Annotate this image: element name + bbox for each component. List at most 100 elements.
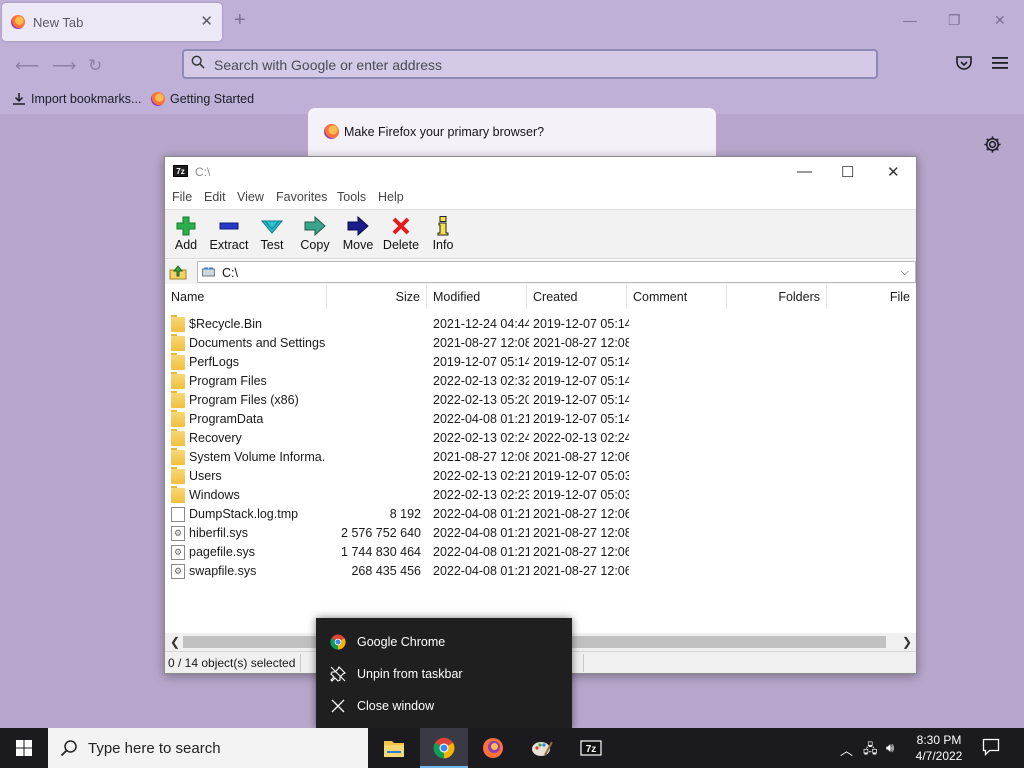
tab-new-tab[interactable]: New Tab ✕ bbox=[2, 3, 222, 41]
column-header-created[interactable]: Created bbox=[527, 285, 627, 309]
row-created: 2019-12-07 05:14 bbox=[533, 393, 629, 407]
jump-item-google-chrome[interactable]: Google Chrome bbox=[316, 626, 572, 658]
column-header-comment[interactable]: Comment bbox=[627, 285, 727, 309]
scroll-left-icon[interactable]: ❮ bbox=[170, 635, 180, 649]
row-size: 8 192 bbox=[389, 507, 421, 521]
file-list-row[interactable]: Users 2022-02-13 02:21 2019-12-07 05:03 bbox=[165, 467, 916, 486]
pocket-icon[interactable] bbox=[956, 56, 972, 71]
hamburger-menu-icon[interactable] bbox=[992, 56, 1008, 70]
add-button[interactable]: Add bbox=[163, 214, 209, 258]
maximize-button[interactable]: ☐ bbox=[841, 163, 854, 181]
notifications-icon[interactable] bbox=[982, 738, 1000, 756]
up-folder-icon[interactable] bbox=[169, 264, 187, 280]
copy-arrow-icon bbox=[304, 216, 326, 236]
url-input[interactable] bbox=[214, 56, 854, 74]
scroll-right-icon[interactable]: ❯ bbox=[902, 635, 912, 649]
copy-button[interactable]: Copy bbox=[292, 214, 338, 258]
menu-view[interactable]: View bbox=[237, 190, 264, 204]
column-header-name[interactable]: Name bbox=[165, 285, 327, 309]
info-button[interactable]: Info bbox=[420, 214, 466, 258]
copy-label: Copy bbox=[300, 238, 330, 252]
search-icon bbox=[60, 740, 77, 757]
row-name: Program Files (x86) bbox=[189, 393, 299, 407]
file-list-row[interactable]: $Recycle.Bin 2021-12-24 04:44 2019-12-07 0… bbox=[165, 315, 916, 334]
back-button[interactable]: ⟵ bbox=[15, 56, 39, 76]
bookmark-import[interactable]: Import bookmarks... bbox=[12, 92, 141, 106]
file-list-row[interactable]: pagefile.sys 1 744 830 464 2022-04-08 01:2… bbox=[165, 543, 916, 562]
minimize-button[interactable]: — bbox=[903, 12, 917, 28]
volume-icon[interactable]: 🔊︎ bbox=[886, 740, 894, 756]
settings-gear-icon[interactable] bbox=[983, 135, 1002, 154]
test-button[interactable]: Test bbox=[249, 214, 295, 258]
row-modified: 2022-04-08 01:21 bbox=[433, 507, 529, 521]
jump-item-label: Google Chrome bbox=[357, 635, 446, 649]
restore-button[interactable]: ❐ bbox=[948, 12, 961, 29]
taskbar-google-chrome[interactable] bbox=[420, 728, 468, 768]
new-tab-button[interactable]: + bbox=[234, 9, 246, 32]
row-modified: 2022-02-13 02:23 bbox=[433, 488, 529, 502]
taskbar-search[interactable]: Type here to search bbox=[48, 728, 368, 768]
taskbar-firefox[interactable] bbox=[469, 728, 517, 768]
folder-icon bbox=[171, 412, 185, 427]
close-tab-icon[interactable]: ✕ bbox=[200, 12, 213, 30]
move-label: Move bbox=[342, 238, 374, 252]
row-name: $Recycle.Bin bbox=[189, 317, 262, 331]
taskbar-file-explorer[interactable] bbox=[370, 728, 418, 768]
row-created: 2021-08-27 12:08 bbox=[533, 336, 629, 350]
close-button[interactable]: ✕ bbox=[994, 12, 1006, 29]
row-created: 2019-12-07 05:14 bbox=[533, 355, 629, 369]
chevron-down-icon[interactable]: ⌵ bbox=[901, 266, 909, 279]
menu-help[interactable]: Help bbox=[378, 190, 404, 204]
menu-favorites[interactable]: Favorites bbox=[276, 190, 327, 204]
column-header-folders[interactable]: Folders bbox=[727, 285, 827, 309]
extract-button[interactable]: Extract bbox=[206, 214, 252, 258]
file-list-row[interactable]: PerfLogs 2019-12-07 05:14 2019-12-07 05:14 bbox=[165, 353, 916, 372]
file-list-row[interactable]: hiberfil.sys 2 576 752 640 2022-04-08 01:2… bbox=[165, 524, 916, 543]
taskbar-search-placeholder: Type here to search bbox=[88, 740, 221, 757]
delete-button[interactable]: Delete bbox=[378, 214, 424, 258]
path-combobox[interactable]: C:\ ⌵ bbox=[197, 261, 916, 283]
file-list-row[interactable]: Recovery 2022-02-13 02:24 2022-02-13 02:24 bbox=[165, 429, 916, 448]
chrome-icon bbox=[330, 634, 346, 650]
file-icon bbox=[171, 507, 185, 522]
file-list-row[interactable]: System Volume Informa... 2021-08-27 12:08… bbox=[165, 448, 916, 467]
menu-tools[interactable]: Tools bbox=[337, 190, 366, 204]
show-hidden-icons-chevron-icon[interactable]: ︿ bbox=[840, 740, 853, 759]
taskbar-7zip[interactable]: 7z bbox=[567, 728, 615, 768]
forward-button[interactable]: ⟶ bbox=[52, 56, 76, 76]
reload-button[interactable]: ↻ bbox=[88, 56, 102, 76]
file-list-row[interactable]: DumpStack.log.tmp 8 192 2022-04-08 01:21 20… bbox=[165, 505, 916, 524]
file-list-row[interactable]: Program Files 2022-02-13 02:32 2019-12-07 … bbox=[165, 372, 916, 391]
move-button[interactable]: Move bbox=[335, 214, 381, 258]
firefox-icon bbox=[151, 92, 165, 106]
7zip-window: 7z C:\ — ☐ ✕ File Edit View Favorites To… bbox=[164, 156, 917, 674]
row-size: 268 435 456 bbox=[351, 564, 421, 578]
address-bar[interactable] bbox=[182, 49, 878, 79]
network-icon[interactable]: 🖧 bbox=[863, 740, 878, 762]
column-header-modified[interactable]: Modified bbox=[427, 285, 527, 309]
menu-file[interactable]: File bbox=[172, 190, 192, 204]
row-name: hiberfil.sys bbox=[189, 526, 249, 540]
jump-item-label: Unpin from taskbar bbox=[357, 667, 463, 681]
file-list-row[interactable]: Program Files (x86) 2022-02-13 05:20 2019-… bbox=[165, 391, 916, 410]
file-list-row[interactable]: ProgramData 2022-04-08 01:21 2019-12-07 05… bbox=[165, 410, 916, 429]
row-modified: 2022-02-13 02:21 bbox=[433, 469, 529, 483]
firefox-icon bbox=[483, 738, 503, 758]
bookmark-getting-started[interactable]: Getting Started bbox=[151, 92, 254, 106]
close-button[interactable]: ✕ bbox=[887, 163, 900, 181]
clock-date: 4/7/2022 bbox=[915, 749, 963, 763]
7zip-title-bar[interactable]: 7z C:\ — ☐ ✕ bbox=[165, 157, 916, 187]
column-header-files[interactable]: File bbox=[827, 285, 916, 309]
file-list-row[interactable]: swapfile.sys 268 435 456 2022-04-08 01:21 2… bbox=[165, 562, 916, 581]
minimize-button[interactable]: — bbox=[797, 163, 812, 180]
start-button[interactable] bbox=[0, 728, 48, 768]
file-list-row[interactable]: Documents and Settings 2021-08-27 12:08 20… bbox=[165, 334, 916, 353]
jump-item-unpin[interactable]: Unpin from taskbar bbox=[316, 658, 572, 690]
clock[interactable]: 8:30 PM 4/7/2022 bbox=[912, 732, 966, 764]
taskbar-paint[interactable] bbox=[518, 728, 566, 768]
file-icon bbox=[171, 526, 185, 541]
column-header-size[interactable]: Size bbox=[327, 285, 427, 309]
jump-item-close-window[interactable]: Close window bbox=[316, 690, 572, 722]
menu-edit[interactable]: Edit bbox=[204, 190, 226, 204]
file-list-row[interactable]: Windows 2022-02-13 02:23 2019-12-07 05:03 bbox=[165, 486, 916, 505]
